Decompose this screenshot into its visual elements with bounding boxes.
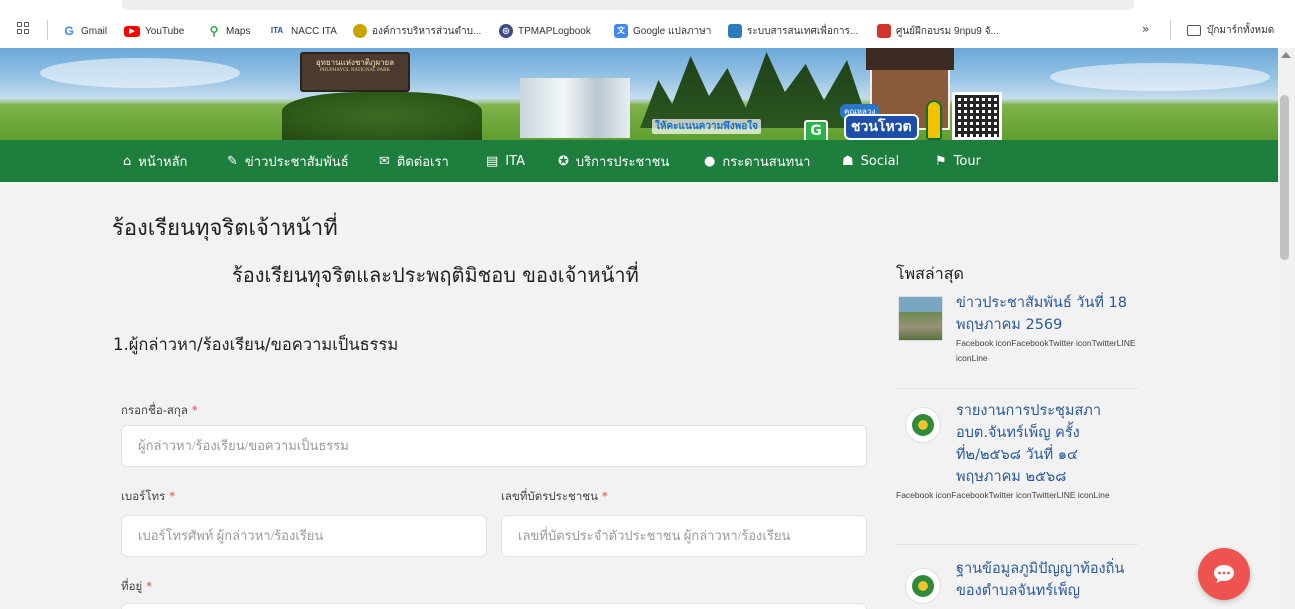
latest-posts-heading: โพสล่าสุด — [896, 264, 964, 283]
latest-post: ฐานข้อมูลภูมิปัญญาท้องถิ่น ของตำบลจันทร์… — [896, 558, 1138, 602]
apps-grid-icon[interactable] — [17, 22, 31, 36]
fullname-label: กรอกชื่อ-สกุล * — [121, 403, 198, 417]
bookmark-training-center[interactable]: ศูนย์ฝึกอบรม 9npu9 จั... — [877, 23, 999, 39]
nav-item-contact[interactable]: ✉ ติดต่อเรา — [379, 140, 449, 182]
edit-icon: ✎ — [227, 153, 238, 169]
bookmarks-separator-right — [1170, 20, 1171, 40]
bookmark-nacc-ita[interactable]: ITA NACC ITA — [268, 23, 337, 39]
bookmark-youtube[interactable]: ▶ YouTube — [124, 23, 184, 39]
site-logo-icon — [353, 24, 367, 38]
translate-icon: 文 — [614, 24, 628, 38]
google-g-icon: G — [64, 24, 74, 38]
site-banner: อุทยานแห่งชาติภูผายล PHUPHAYOL NATIONAL … — [0, 48, 1278, 140]
banner-hedge-maze — [282, 92, 482, 140]
id-card-label: เลขที่บัตรประชาชน * — [501, 489, 608, 503]
nav-item-home[interactable]: ⌂ หน้าหลัก — [123, 140, 187, 182]
post-title-link[interactable]: รายงานการประชุมสภา อบต.จันทร์เพ็ญ ครั้งท… — [896, 400, 1138, 488]
folder-icon — [1187, 25, 1201, 36]
flag-icon: ⚑ — [935, 153, 947, 169]
required-mark: * — [601, 489, 608, 503]
main-nav: ⌂ หน้าหลัก ✎ ข่าวประชาสัมพันธ์ ✉ ติดต่อเ… — [0, 140, 1278, 182]
page-content: ร้องเรียนทุจริตเจ้าหน้าที่ ร้องเรียนทุจร… — [0, 182, 1278, 609]
chat-bubble-icon: ● — [704, 153, 716, 169]
nav-item-news[interactable]: ✎ ข่าวประชาสัมพันธ์ — [227, 140, 349, 182]
qr-code — [952, 92, 1002, 140]
bookmark-gmail[interactable]: G Gmail — [62, 23, 107, 39]
share-links[interactable]: Facebook iconFacebookTwitter iconTwitter… — [896, 336, 1138, 366]
all-bookmarks-button[interactable]: บุ๊กมาร์กทั้งหมด — [1187, 23, 1274, 38]
post-divider — [896, 388, 1138, 389]
system-icon — [728, 24, 742, 38]
share-links[interactable]: Facebook iconFacebookTwitter iconTwitter… — [896, 488, 1138, 503]
training-icon — [877, 24, 891, 38]
scroll-up-arrow-icon[interactable] — [1281, 52, 1291, 58]
form-title: ร้องเรียนทุจริตและประพฤติมิชอบ ของเจ้าหน… — [232, 263, 639, 287]
award-icon: ✪ — [558, 153, 569, 169]
youtube-icon: ▶ — [124, 25, 140, 37]
bookmark-info-system[interactable]: ระบบสารสนเทศเพื่อการ... — [728, 23, 858, 39]
nav-item-public-service[interactable]: ✪ บริการประชาชน — [558, 140, 669, 182]
bookmark-tpmap[interactable]: ◎ TPMAPLogbook — [499, 23, 591, 39]
id-card-input[interactable] — [501, 515, 867, 557]
required-mark: * — [191, 403, 198, 417]
post-title-link[interactable]: ฐานข้อมูลภูมิปัญญาท้องถิ่น ของตำบลจันทร์… — [896, 558, 1138, 602]
required-mark: * — [146, 579, 152, 593]
banner-cloud — [40, 58, 240, 88]
nav-item-tour[interactable]: ⚑ Tour — [935, 140, 981, 182]
chat-button[interactable] — [1198, 548, 1250, 600]
banner-waterfall — [520, 78, 630, 138]
latest-post: ข่าวประชาสัมพันธ์ วันที่ 18 พฤษภาคม 2569… — [896, 292, 1138, 366]
post-divider — [896, 544, 1138, 545]
scrollbar-thumb[interactable] — [1280, 95, 1289, 260]
bookmark-sao[interactable]: องค์การบริหารส่วนตำบ... — [353, 23, 481, 39]
bookmark-maps[interactable]: ⚲ Maps — [207, 23, 251, 39]
nav-item-forum[interactable]: ● กระดานสนทนา — [704, 140, 810, 182]
address-label: ที่อยู่ * — [121, 579, 152, 593]
exclamation-icon — [926, 100, 942, 140]
bookmarks-bar: G Gmail ▶ YouTube ⚲ Maps ITA NACC ITA อง… — [0, 0, 1295, 48]
bookmark-google-translate[interactable]: 文 Google แปลภาษา — [614, 23, 711, 39]
bookmarks-overflow-button[interactable]: » — [1142, 22, 1149, 36]
required-mark: * — [169, 489, 175, 503]
post-title-link[interactable]: ข่าวประชาสัมพันธ์ วันที่ 18 พฤษภาคม 2569 — [896, 292, 1138, 336]
list-icon: ▤ — [486, 153, 499, 169]
tab-strip-edge — [122, 0, 1134, 10]
phone-input[interactable] — [121, 515, 487, 557]
bookmarks-separator — [47, 20, 48, 40]
latest-post: รายงานการประชุมสภา อบต.จันทร์เพ็ญ ครั้งท… — [896, 400, 1138, 503]
address-input[interactable] — [121, 603, 867, 609]
page-title: ร้องเรียนทุจริตเจ้าหน้าที่ — [112, 216, 338, 241]
home-icon: ⌂ — [123, 153, 132, 169]
phone-label: เบอร์โทร * — [121, 489, 175, 503]
maps-pin-icon: ⚲ — [209, 24, 219, 38]
envelope-icon: ✉ — [379, 153, 390, 169]
g-badge: G — [804, 120, 828, 140]
ita-icon: ITA — [270, 26, 284, 35]
sitemap-icon: ☗ — [842, 153, 854, 169]
park-sign: อุทยานแห่งชาติภูผายล PHUPHAYOL NATIONAL … — [300, 52, 410, 92]
nav-item-ita[interactable]: ▤ ITA — [486, 140, 525, 182]
banner-cloud — [1050, 63, 1270, 91]
globe-icon: ◎ — [499, 24, 513, 38]
fullname-input[interactable] — [121, 425, 867, 467]
section-title: 1.ผู้กล่าวหา/ร้องเรียน/ขอความเป็นธรรม — [113, 335, 399, 354]
nav-item-social[interactable]: ☗ Social — [842, 140, 899, 182]
satisfaction-slogan: ให้คะแนนความพึงพอใจ — [652, 119, 761, 134]
chat-icon — [1214, 565, 1234, 583]
